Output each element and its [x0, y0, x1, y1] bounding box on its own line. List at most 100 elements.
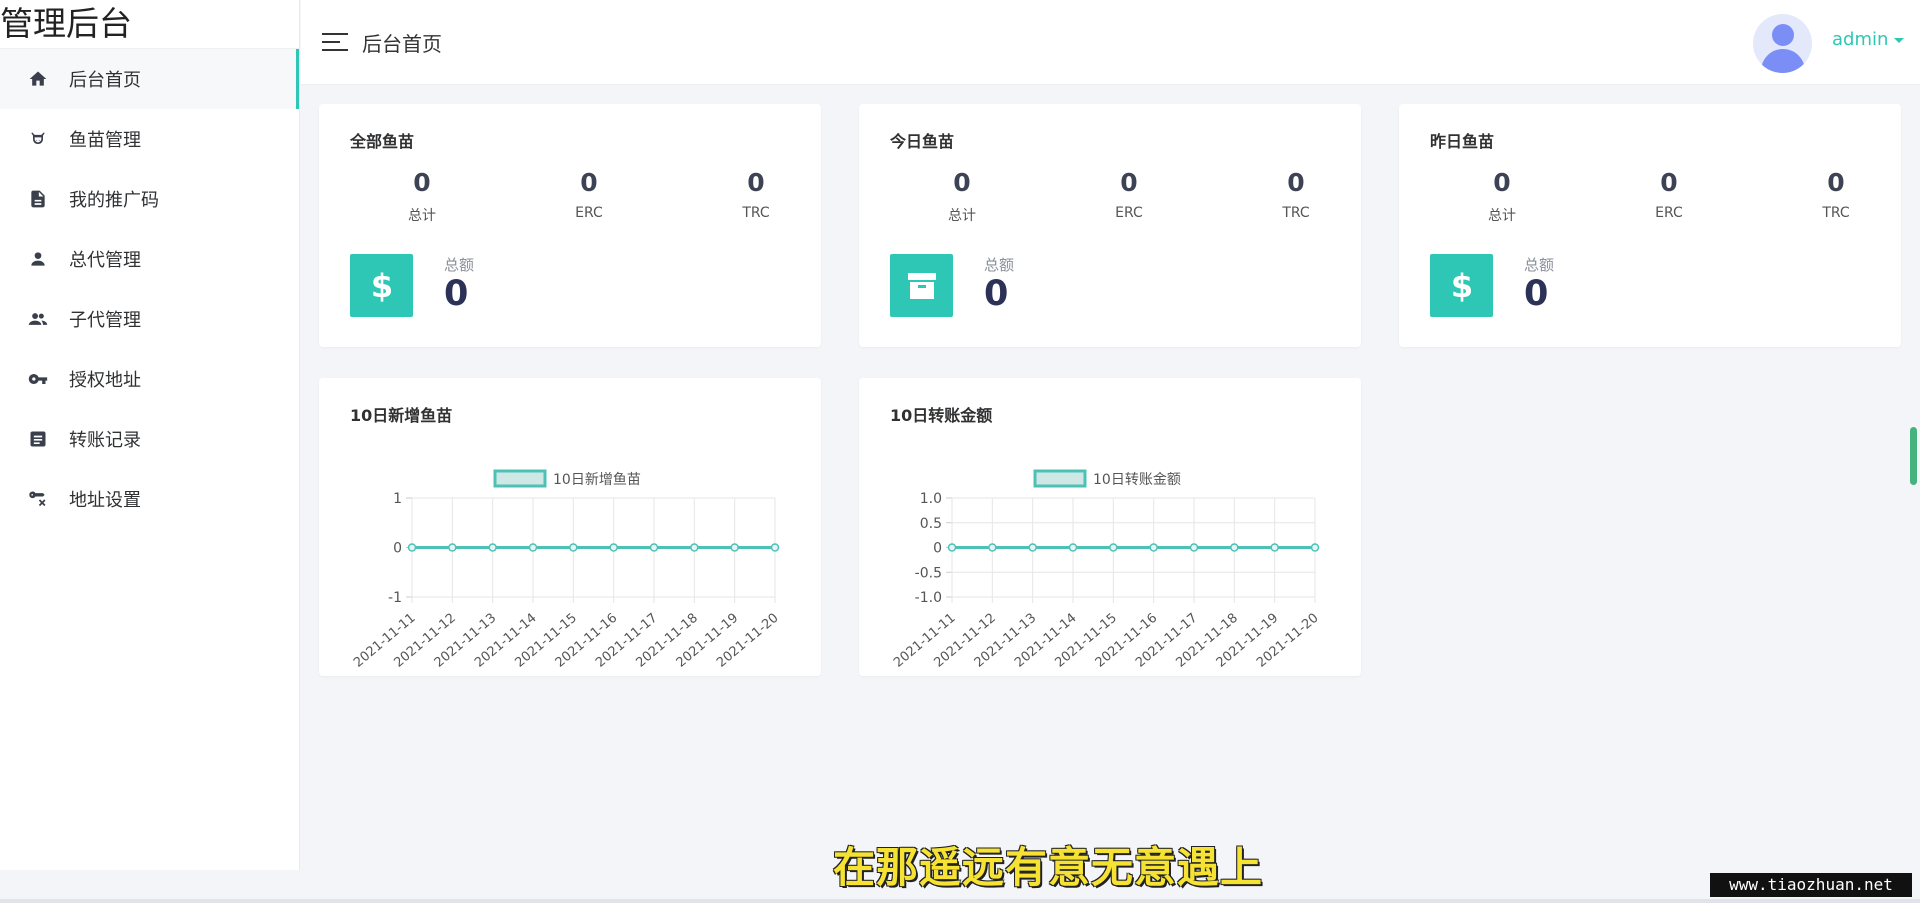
sidebar-item-label: 子代管理 — [69, 310, 141, 331]
card-title: 昨日鱼苗 — [1430, 132, 1495, 151]
data-point — [407, 543, 417, 552]
data-point — [1028, 543, 1037, 552]
data-point — [569, 543, 578, 552]
sidebar-item-general-agent[interactable]: 总代管理 — [0, 229, 299, 289]
scrollbar-thumb[interactable] — [1910, 427, 1917, 485]
svg-text:$: $ — [370, 269, 392, 303]
chart-legend: 10日转账金额 — [1033, 469, 1181, 488]
legend-swatch — [1033, 469, 1087, 488]
user-menu[interactable]: admin — [1832, 29, 1905, 50]
data-point — [528, 543, 538, 552]
caret-down-icon — [1894, 37, 1905, 43]
document-icon — [27, 188, 49, 210]
stat-erc: 0 ERC — [1115, 168, 1143, 221]
sidebar-menu: 后台首页 鱼苗管理 我的推广码 总代管理 子代管理 授权地址 转账记录 地址设置 — [0, 48, 299, 529]
user-name: admin — [1832, 29, 1889, 50]
people-icon — [27, 308, 49, 330]
stat-total: 0 总计 — [408, 168, 436, 224]
sidebar-item-label: 授权地址 — [69, 370, 141, 391]
svg-text:$: $ — [1450, 269, 1472, 303]
watermark: www.tiaozhuan.net — [1710, 873, 1912, 897]
y-tick-label: -0.5 — [915, 565, 942, 581]
total-label: 总额 — [1524, 256, 1555, 274]
data-point — [488, 543, 497, 552]
sidebar-item-address-settings[interactable]: 地址设置 — [0, 469, 299, 529]
data-point — [649, 543, 659, 552]
data-point — [1270, 543, 1279, 552]
sidebar-item-label: 后台首页 — [69, 70, 141, 91]
y-tick-label: 1 — [393, 491, 402, 507]
sidebar: 管理后台 后台首页 鱼苗管理 我的推广码 总代管理 子代管理 授权地址 转账记录 — [0, 0, 300, 870]
legend-swatch — [493, 469, 547, 488]
data-point — [448, 543, 457, 552]
sidebar-item-dashboard[interactable]: 后台首页 — [0, 49, 299, 109]
total-value: 0 — [444, 274, 469, 314]
home-icon — [27, 68, 49, 90]
data-point — [770, 543, 780, 552]
data-point — [690, 543, 699, 552]
wrench-cross-icon — [27, 488, 49, 510]
data-point — [947, 543, 957, 552]
y-tick-label: 0 — [933, 541, 942, 557]
stat-card-yesterday: 昨日鱼苗 0 总计 0 ERC 0 TRC $ 总额 0 — [1399, 104, 1901, 347]
page-title: 后台首页 — [362, 32, 442, 56]
menu-toggle-icon[interactable] — [322, 33, 348, 53]
total-label: 总额 — [444, 256, 475, 274]
total-value: 0 — [1524, 274, 1549, 314]
person-icon — [27, 248, 49, 270]
top-header: 后台首页 admin — [301, 0, 1920, 85]
stat-trc: 0 TRC — [1822, 168, 1850, 221]
stat-card-today: 今日鱼苗 0 总计 0 ERC 0 TRC 总额 0 — [859, 104, 1361, 347]
stat-erc: 0 ERC — [1655, 168, 1683, 221]
card-title: 全部鱼苗 — [350, 132, 415, 151]
dollar-icon: $ — [1430, 254, 1493, 317]
sidebar-item-label: 地址设置 — [69, 490, 141, 511]
total-label: 总额 — [984, 256, 1015, 274]
chart-card-new-fish: 10日新增鱼苗 10日新增鱼苗 1 0 -1 2021-11-11 2021-11-12 2… — [319, 378, 821, 676]
sidebar-item-fish-management[interactable]: 鱼苗管理 — [0, 109, 299, 169]
data-point — [1310, 543, 1320, 552]
y-tick-label: 0.5 — [920, 516, 942, 532]
data-point — [1149, 543, 1158, 552]
sidebar-item-label: 转账记录 — [69, 430, 141, 451]
y-tick-label: 1.0 — [920, 491, 942, 507]
sidebar-item-authorized-address[interactable]: 授权地址 — [0, 349, 299, 409]
stat-card-all: 全部鱼苗 0 总计 0 ERC 0 TRC $ 总额 0 — [319, 104, 821, 347]
chart-card-transfer-amount: 10日转账金额 10日转账金额 1.0 0.5 0 -0.5 -1.0 2021-11-11… — [859, 378, 1361, 676]
avatar[interactable] — [1753, 14, 1812, 73]
data-point — [988, 543, 997, 552]
data-point — [730, 543, 739, 552]
app-logo: 管理后台 — [0, 4, 132, 43]
bottom-bar — [0, 899, 1920, 903]
stat-total: 0 总计 — [1488, 168, 1516, 224]
dollar-icon: $ — [350, 254, 413, 317]
line-chart-transfer-amount: 10日转账金额1.00.50-0.5-1.02021-11-112021-11-… — [891, 469, 1322, 671]
line-chart-new-fish: 10日新增鱼苗10-12021-11-112021-11-122021-11-1… — [351, 469, 782, 671]
sidebar-item-transfer-records[interactable]: 转账记录 — [0, 409, 299, 469]
chart-legend: 10日新增鱼苗 — [493, 469, 641, 488]
legend-label: 10日新增鱼苗 — [553, 471, 641, 488]
legend-label: 10日转账金额 — [1093, 472, 1181, 488]
data-point — [1230, 543, 1239, 552]
video-subtitle: 在那遥远有意无意遇上 — [833, 843, 1264, 892]
sidebar-item-label: 鱼苗管理 — [69, 130, 141, 151]
sidebar-item-sub-agent[interactable]: 子代管理 — [0, 289, 299, 349]
archive-icon — [890, 254, 953, 317]
key-icon — [27, 368, 49, 390]
total-value: 0 — [984, 274, 1009, 314]
sidebar-item-label: 总代管理 — [69, 250, 141, 271]
y-tick-label: -1 — [388, 590, 402, 606]
list-box-icon — [27, 428, 49, 450]
data-point — [1109, 543, 1118, 552]
stat-trc: 0 TRC — [1282, 168, 1310, 221]
sidebar-item-label: 我的推广码 — [69, 190, 159, 211]
data-point — [1068, 543, 1078, 552]
card-title: 今日鱼苗 — [890, 132, 955, 151]
cow-icon — [27, 128, 49, 150]
stat-trc: 0 TRC — [742, 168, 770, 221]
stat-total: 0 总计 — [948, 168, 976, 224]
sidebar-item-promo-code[interactable]: 我的推广码 — [0, 169, 299, 229]
y-tick-label: 0 — [393, 541, 402, 557]
data-point — [1189, 543, 1199, 552]
stat-erc: 0 ERC — [575, 168, 603, 221]
